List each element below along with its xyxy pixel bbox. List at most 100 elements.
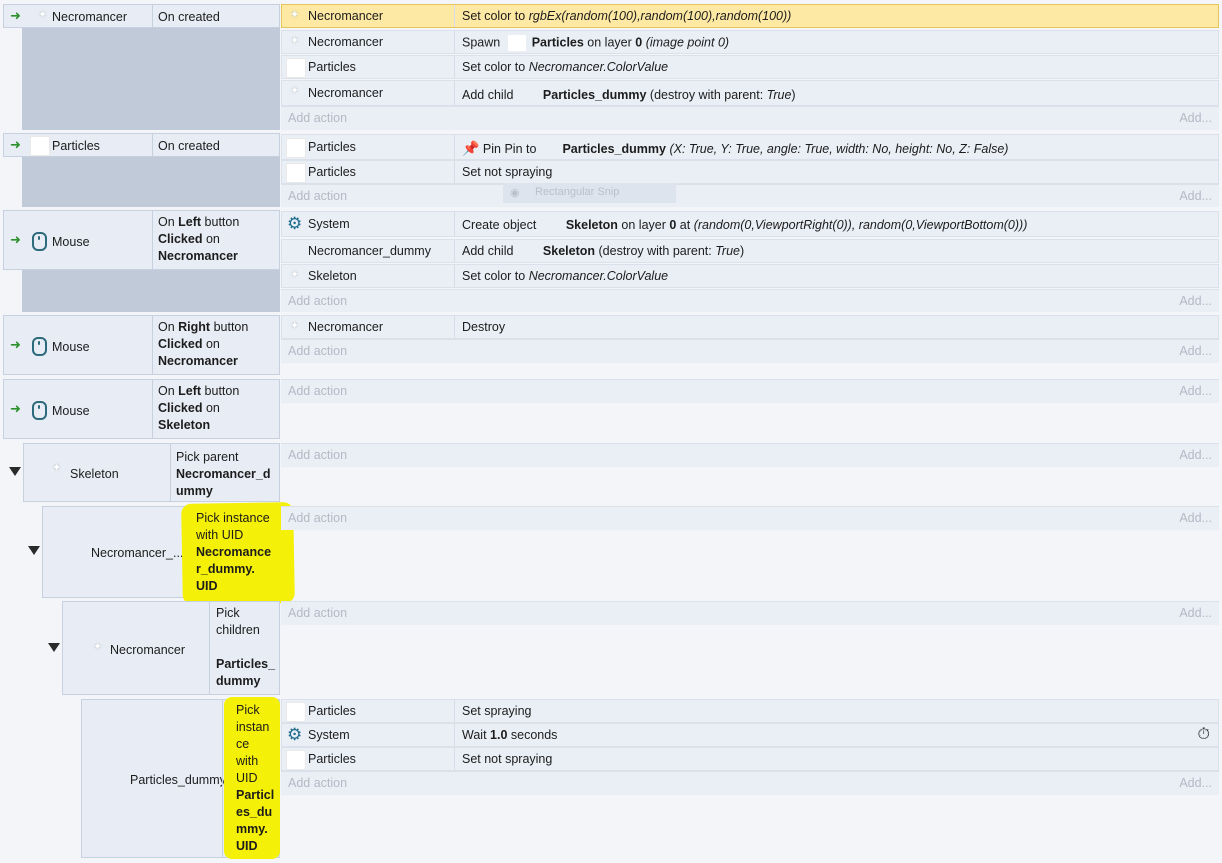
condition-text: On Left button Clicked on Necromancer [158, 215, 240, 263]
action-text: Set spraying [462, 704, 532, 718]
condition-object: Mouse [52, 404, 90, 418]
condition-object: Mouse [52, 235, 90, 249]
add-action-row[interactable]: Add action Add... [281, 379, 1219, 403]
condition-text: On Left button Clicked on Skeleton [158, 384, 240, 432]
add-action-row[interactable]: Add action Add... [281, 339, 1219, 363]
condition-text: On created [158, 10, 220, 24]
action-text: Set not spraying [462, 752, 553, 766]
action-row[interactable]: Particles Set spraying [281, 699, 1219, 723]
add-action-short[interactable]: Add... [1179, 384, 1212, 398]
add-action-row[interactable]: Add action Add... [281, 106, 1219, 130]
add-action-row[interactable]: Add action Add... [281, 289, 1219, 312]
action-row[interactable]: ✦ Necromancer Set color to rgbEx(random(… [281, 4, 1219, 28]
condition-object: Mouse [52, 340, 90, 354]
ghost-tooltip: ◉ Rectangular Snip [503, 183, 676, 203]
particles-icon [286, 163, 306, 183]
condition-object: Necromancer [52, 10, 128, 24]
add-action-short[interactable]: Add... [1179, 189, 1212, 203]
collapse-toggle[interactable] [28, 546, 40, 555]
action-text: Create object Skeleton on layer 0 at (ra… [462, 218, 1028, 232]
condition-text: On Right button Clicked on Necromancer [158, 320, 249, 368]
event-2-condition-area[interactable] [22, 157, 280, 207]
trigger-arrow-icon: ➜ [10, 337, 21, 352]
add-action-label[interactable]: Add action [288, 294, 347, 308]
action-object: Particles [308, 752, 356, 766]
event-3-condition-row[interactable]: ➜ Mouse On Left button Clicked on Necrom… [3, 210, 280, 270]
action-object: Particles [308, 165, 356, 179]
add-action-short[interactable]: Add... [1179, 606, 1212, 620]
condition-object: Particles [52, 139, 100, 153]
particles-icon [286, 58, 306, 78]
particles-icon [286, 702, 306, 722]
action-row[interactable]: Particles 📌 Pin Pin to Particles_dummy (X… [281, 134, 1219, 160]
condition-object: Necromancer [110, 643, 186, 657]
action-object: Necromancer_dummy [308, 244, 431, 258]
add-action-label[interactable]: Add action [288, 384, 347, 398]
collapse-toggle[interactable] [9, 467, 21, 476]
subevent-3-condition-row[interactable]: ✦ Necromancer Pick children Particles_ d… [62, 601, 280, 695]
action-object: Necromancer [308, 9, 384, 23]
action-text: Spawn Particles on layer 0 (image point … [462, 35, 730, 51]
collapse-toggle[interactable] [48, 643, 60, 652]
particles-icon [286, 750, 306, 770]
trigger-arrow-icon: ➜ [10, 137, 21, 152]
condition-text: Pick parent Necromancer_d ummy [176, 450, 271, 498]
action-text: Set not spraying [462, 165, 553, 179]
action-row[interactable]: Particles Set not spraying [281, 160, 1219, 184]
action-object: System [308, 217, 350, 231]
event-5-condition-row[interactable]: ➜ Mouse On Left button Clicked on Skelet… [3, 379, 280, 439]
add-action-label[interactable]: Add action [288, 189, 347, 203]
event-1-condition-row[interactable]: ➜ ✦ Necromancer On created [3, 4, 280, 28]
mouse-icon [32, 337, 47, 356]
condition-object: Necromancer_... [91, 546, 184, 560]
add-action-short[interactable]: Add... [1179, 776, 1212, 790]
action-row[interactable]: Necromancer_dummy Add child Skeleton (de… [281, 239, 1219, 263]
add-action-row[interactable]: Add action Add... [281, 506, 1219, 530]
action-object: Necromancer [308, 86, 384, 100]
particles-icon [507, 35, 526, 51]
add-action-short[interactable]: Add... [1179, 344, 1212, 358]
action-row[interactable]: ⚙ System Wait 1.0 seconds ⏱ [281, 723, 1219, 747]
event-1-condition-area[interactable] [22, 28, 280, 130]
event-2-condition-row[interactable]: ➜ Particles On created [3, 133, 280, 157]
add-action-label[interactable]: Add action [288, 448, 347, 462]
add-action-row[interactable]: Add action Add... [281, 443, 1219, 467]
add-action-label[interactable]: Add action [288, 111, 347, 125]
condition-text: On created [158, 139, 220, 153]
action-object: Particles [308, 60, 356, 74]
add-action-short[interactable]: Add... [1179, 111, 1212, 125]
add-action-label[interactable]: Add action [288, 606, 347, 620]
particles-icon [30, 136, 50, 156]
action-object: Particles [308, 704, 356, 718]
action-object: System [308, 728, 350, 742]
add-action-row[interactable]: Add action Add... [281, 184, 1219, 207]
action-row[interactable]: ✦ Necromancer Destroy [281, 315, 1219, 339]
sprite-icon: ✦ [38, 9, 48, 21]
add-action-short[interactable]: Add... [1179, 511, 1212, 525]
action-object: Skeleton [308, 269, 357, 283]
condition-text: Pick instance with UID Necromance r_dumm… [196, 511, 272, 593]
mouse-icon [32, 401, 47, 420]
add-action-label[interactable]: Add action [288, 344, 347, 358]
action-row[interactable]: Particles Set not spraying [281, 747, 1219, 771]
sprite-icon: ✦ [290, 9, 300, 21]
event-4-condition-row[interactable]: ➜ Mouse On Right button Clicked on Necro… [3, 315, 280, 375]
add-action-label[interactable]: Add action [288, 776, 347, 790]
event-3-condition-area[interactable] [22, 270, 280, 312]
action-row[interactable]: Particles Set color to Necromancer.Color… [281, 55, 1219, 79]
action-object: Necromancer [308, 320, 384, 334]
action-row[interactable]: ⚙ System Create object Skeleton on layer… [281, 211, 1219, 237]
action-text: Add child Skeleton (destroy with parent:… [462, 244, 745, 258]
action-row[interactable]: ✦ Necromancer Add child Particles_dummy … [281, 80, 1219, 106]
add-action-short[interactable]: Add... [1179, 294, 1212, 308]
action-row[interactable]: ✦ Skeleton Set color to Necromancer.Colo… [281, 264, 1219, 288]
add-action-row[interactable]: Add action Add... [281, 601, 1219, 625]
add-action-row[interactable]: Add action Add... [281, 771, 1219, 795]
subevent-1-condition-row[interactable]: ✦ Skeleton Pick parent Necromancer_d umm… [23, 443, 280, 502]
action-row[interactable]: ✦ Necromancer Spawn Particles on layer 0… [281, 30, 1219, 54]
action-text: Set color to Necromancer.ColorValue [462, 60, 669, 74]
mouse-icon [32, 232, 47, 251]
add-action-label[interactable]: Add action [288, 511, 347, 525]
trigger-arrow-icon: ➜ [10, 232, 21, 247]
add-action-short[interactable]: Add... [1179, 448, 1212, 462]
